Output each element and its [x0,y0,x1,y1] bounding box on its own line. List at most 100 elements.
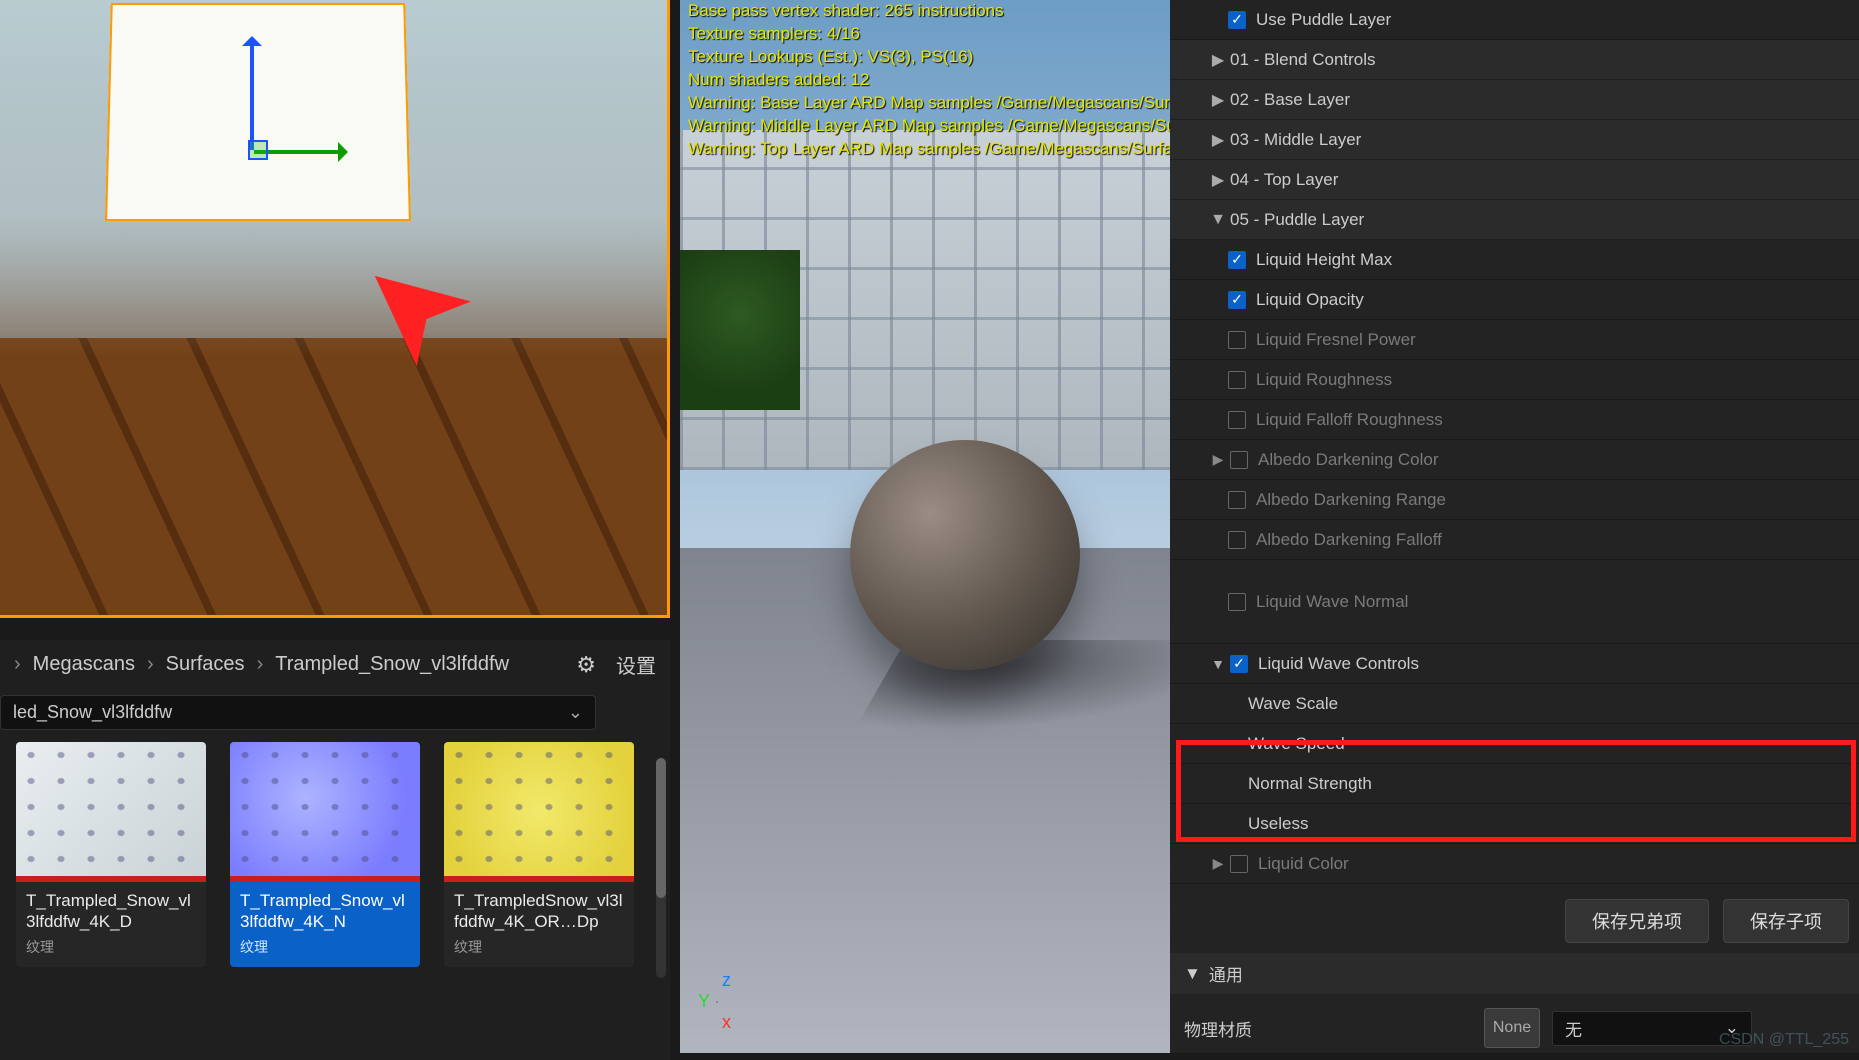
checkbox[interactable] [1228,411,1246,429]
param-label: Normal Strength [1248,774,1372,794]
asset-tile[interactable]: T_Trampled_Snow_vl3lfddfw_4K_N 纹理 [230,742,420,967]
param-row-liquid-fresnel-power: Liquid Fresnel Power [1170,320,1859,360]
param-label: 物理材质 [1184,1016,1484,1041]
expand-icon [1206,211,1230,229]
breadcrumb-sep: › [147,653,154,676]
asset-type: 纹理 [444,935,634,967]
param-row-albedo-darkening-range: Albedo Darkening Range [1170,480,1859,520]
checkbox[interactable]: ✓ [1230,655,1248,673]
dropdown-text: 无 [1565,1016,1582,1041]
checkbox[interactable]: ✓ [1228,11,1246,29]
asset-thumbnail-none[interactable]: None [1484,1008,1540,1048]
section-header-label: 通用 [1209,961,1243,986]
checkbox[interactable] [1228,331,1246,349]
param-row-liquid-opacity: ✓ Liquid Opacity [1170,280,1859,320]
param-row-liquid-roughness: Liquid Roughness [1170,360,1859,400]
checkbox[interactable]: ✓ [1228,251,1246,269]
expand-icon[interactable]: ▼ [1206,656,1230,672]
details-panel: ✓ Use Puddle Layer ✓ 01 - Blend Controls… [1170,0,1859,1053]
category-top-layer[interactable]: 04 - Top Layer [1170,160,1859,200]
scrollbar[interactable] [656,758,666,978]
expand-icon[interactable]: ▶ [1206,451,1230,468]
asset-type: 纹理 [230,935,420,967]
gear-icon[interactable]: ⚙ [576,652,596,678]
annotation-arrow: ➤ [327,224,493,395]
puddle-surface [0,0,667,357]
level-viewport[interactable]: ➤ [0,0,670,618]
param-label: Wave Speed [1248,734,1345,754]
param-label: Use Puddle Layer [1256,10,1391,30]
expand-icon [1206,50,1230,70]
param-row-albedo-darkening-falloff: Albedo Darkening Falloff [1170,520,1859,560]
category-base-layer[interactable]: 02 - Base Layer [1170,80,1859,120]
category-label: 02 - Base Layer [1230,90,1350,110]
expand-icon[interactable]: ▶ [1206,855,1230,872]
category-middle-layer[interactable]: 03 - Middle Layer [1170,120,1859,160]
gizmo-z-axis[interactable] [250,40,254,150]
asset-name: T_Trampled_Snow_vl3lfddfw_4K_N [230,882,420,935]
param-label: Albedo Darkening Range [1256,490,1446,510]
shader-stats-overlay: Base pass vertex shader: 265 instruction… [688,0,1170,161]
axis-gizmo: z Y · x [698,970,731,1033]
gizmo-xy-plane[interactable] [248,140,268,160]
preview-tree [680,250,800,410]
checkbox[interactable] [1230,855,1248,873]
gizmo-x-axis[interactable] [254,150,344,154]
breadcrumb-sep: › [257,653,264,676]
param-row-normal-strength: Normal Strength [1170,764,1859,804]
category-puddle-layer[interactable]: 05 - Puddle Layer [1170,200,1859,240]
param-row-wave-scale: Wave Scale [1170,684,1859,724]
param-row-liquid-height-max: ✓ Liquid Height Max [1170,240,1859,280]
expand-icon [1206,90,1230,110]
path-dropdown[interactable]: led_Snow_vl3lfddfw ⌄ [0,695,596,730]
breadcrumb: › Megascans › Surfaces › Trampled_Snow_v… [0,640,670,689]
breadcrumb-item[interactable]: Megascans [33,653,135,676]
asset-tile[interactable]: T_TrampledSnow_vl3lfddfw_4K_OR…Dp 纹理 [444,742,634,967]
save-child-button[interactable]: 保存子项 [1723,899,1849,943]
asset-type: 纹理 [16,935,206,967]
checkbox[interactable]: ✓ [1228,291,1246,309]
category-label: 04 - Top Layer [1230,170,1338,190]
breadcrumb-item[interactable]: Surfaces [166,653,245,676]
scrollbar-thumb[interactable] [656,758,666,898]
checkbox[interactable] [1230,451,1248,469]
param-label: Liquid Roughness [1256,370,1392,390]
category-label: 01 - Blend Controls [1230,50,1376,70]
watermark: CSDN @TTL_255 [1719,1031,1849,1049]
breadcrumb-item[interactable]: Trampled_Snow_vl3lfddfw [275,653,509,676]
section-header[interactable]: ▼ 通用 [1170,953,1859,994]
axis-y-label: Y [698,991,710,1012]
param-label: Albedo Darkening Falloff [1256,530,1442,550]
breadcrumb-sep: › [14,653,21,676]
asset-grid: T_Trampled_Snow_vl3lfddfw_4K_D 纹理 T_Tram… [0,742,670,967]
footer-buttons: 保存兄弟项 保存子项 [1555,889,1859,953]
param-label: Liquid Wave Normal [1256,592,1408,612]
transform-gizmo[interactable] [220,20,300,190]
checkbox[interactable] [1228,593,1246,611]
selected-cube-actor[interactable] [105,3,411,221]
param-row-liquid-wave-controls: ▼✓Liquid Wave Controls [1170,644,1859,684]
asset-tile[interactable]: T_Trampled_Snow_vl3lfddfw_4K_D 纹理 [16,742,206,967]
save-sibling-button[interactable]: 保存兄弟项 [1565,899,1709,943]
param-label: Liquid Height Max [1256,250,1392,270]
asset-thumbnail [16,742,206,882]
category-blend-controls[interactable]: 01 - Blend Controls [1170,40,1859,80]
asset-name: T_Trampled_Snow_vl3lfddfw_4K_D [16,882,206,935]
axis-z-label: z [722,970,731,991]
checkbox[interactable] [1228,531,1246,549]
param-row-wave-speed: Wave Speed [1170,724,1859,764]
param-label: Liquid Opacity [1256,290,1364,310]
checkbox[interactable] [1228,491,1246,509]
param-label: Albedo Darkening Color [1258,450,1439,470]
content-browser: › Megascans › Surfaces › Trampled_Snow_v… [0,640,670,1060]
material-preview-viewport[interactable]: Base pass vertex shader: 265 instruction… [680,0,1170,1053]
expand-icon: ▼ [1184,964,1201,984]
checkbox[interactable] [1228,371,1246,389]
preview-sphere[interactable] [850,440,1080,670]
param-row-useless: Useless [1170,804,1859,844]
expand-icon [1206,170,1230,190]
chevron-down-icon: ⌄ [568,702,583,723]
param-label: Liquid Fresnel Power [1256,330,1416,350]
param-row-albedo-darkening-color: ▶ Albedo Darkening Color [1170,440,1859,480]
settings-label[interactable]: 设置 [616,650,656,679]
